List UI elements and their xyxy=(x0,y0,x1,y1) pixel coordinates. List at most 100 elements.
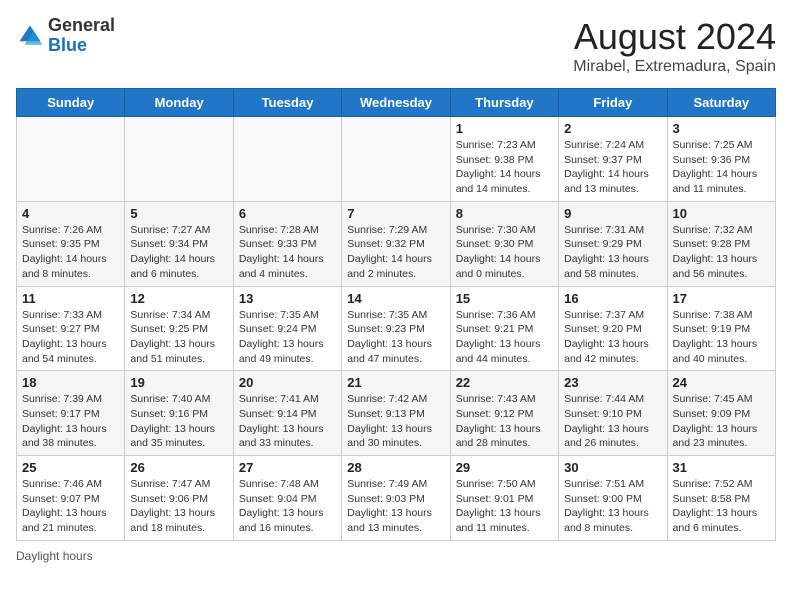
day-info: Sunrise: 7:30 AM Sunset: 9:30 PM Dayligh… xyxy=(456,223,553,282)
day-number: 19 xyxy=(130,375,227,390)
calendar-body: 1 Sunrise: 7:23 AM Sunset: 9:38 PM Daylig… xyxy=(17,117,776,541)
calendar-week-row: 11 Sunrise: 7:33 AM Sunset: 9:27 PM Dayli… xyxy=(17,286,776,371)
day-number: 18 xyxy=(22,375,119,390)
day-number: 4 xyxy=(22,206,119,221)
calendar-cell: 15 Sunrise: 7:36 AM Sunset: 9:21 PM Dayli… xyxy=(450,286,558,371)
day-info: Sunrise: 7:42 AM Sunset: 9:13 PM Dayligh… xyxy=(347,392,444,451)
day-info: Sunrise: 7:29 AM Sunset: 9:32 PM Dayligh… xyxy=(347,223,444,282)
day-info: Sunrise: 7:43 AM Sunset: 9:12 PM Dayligh… xyxy=(456,392,553,451)
day-number: 10 xyxy=(673,206,770,221)
calendar-cell: 19Sunrise: 7:40 AM Sunset: 9:16 PM Dayli… xyxy=(125,371,233,456)
day-number: 16 xyxy=(564,291,661,306)
calendar-cell: 11 Sunrise: 7:33 AM Sunset: 9:27 PM Dayli… xyxy=(17,286,125,371)
day-number: 29 xyxy=(456,460,553,475)
title-block: August 2024 Mirabel, Extremadura, Spain xyxy=(573,16,776,76)
day-of-week-header: Friday xyxy=(559,89,667,117)
footer: Daylight hours xyxy=(16,549,776,563)
day-number: 3 xyxy=(673,121,770,136)
day-info: Sunrise: 7:36 AM Sunset: 9:21 PM Dayligh… xyxy=(456,308,553,367)
day-info: Sunrise: 7:37 AM Sunset: 9:20 PM Dayligh… xyxy=(564,308,661,367)
day-info: Sunrise: 7:50 AM Sunset: 9:01 PM Dayligh… xyxy=(456,477,553,536)
day-info: Sunrise: 7:27 AM Sunset: 9:34 PM Dayligh… xyxy=(130,223,227,282)
day-info: Sunrise: 7:23 AM Sunset: 9:38 PM Dayligh… xyxy=(456,138,553,197)
day-number: 25 xyxy=(22,460,119,475)
day-number: 11 xyxy=(22,291,119,306)
calendar-week-row: 1 Sunrise: 7:23 AM Sunset: 9:38 PM Daylig… xyxy=(17,117,776,202)
day-info: Sunrise: 7:34 AM Sunset: 9:25 PM Dayligh… xyxy=(130,308,227,367)
day-number: 22 xyxy=(456,375,553,390)
logo-icon xyxy=(16,22,44,50)
day-info: Sunrise: 7:26 AM Sunset: 9:35 PM Dayligh… xyxy=(22,223,119,282)
day-number: 14 xyxy=(347,291,444,306)
calendar-cell: 31Sunrise: 7:52 AM Sunset: 8:58 PM Dayli… xyxy=(667,456,775,541)
location: Mirabel, Extremadura, Spain xyxy=(573,58,776,76)
day-info: Sunrise: 7:24 AM Sunset: 9:37 PM Dayligh… xyxy=(564,138,661,197)
day-number: 21 xyxy=(347,375,444,390)
calendar-header: SundayMondayTuesdayWednesdayThursdayFrid… xyxy=(17,89,776,117)
day-of-week-header: Thursday xyxy=(450,89,558,117)
page-header: General Blue August 2024 Mirabel, Extrem… xyxy=(16,16,776,76)
calendar-cell: 4 Sunrise: 7:26 AM Sunset: 9:35 PM Daylig… xyxy=(17,201,125,286)
day-number: 28 xyxy=(347,460,444,475)
calendar-cell: 6Sunrise: 7:28 AM Sunset: 9:33 PM Daylig… xyxy=(233,201,341,286)
day-info: Sunrise: 7:44 AM Sunset: 9:10 PM Dayligh… xyxy=(564,392,661,451)
logo-text: General Blue xyxy=(48,16,115,56)
day-info: Sunrise: 7:48 AM Sunset: 9:04 PM Dayligh… xyxy=(239,477,336,536)
day-of-week-header: Wednesday xyxy=(342,89,450,117)
daylight-label: Daylight hours xyxy=(16,549,93,563)
calendar-cell: 20 Sunrise: 7:41 AM Sunset: 9:14 PM Dayli… xyxy=(233,371,341,456)
calendar-table: SundayMondayTuesdayWednesdayThursdayFrid… xyxy=(16,88,776,541)
month-year: August 2024 xyxy=(573,16,776,58)
calendar-cell: 26Sunrise: 7:47 AM Sunset: 9:06 PM Dayli… xyxy=(125,456,233,541)
day-number: 1 xyxy=(456,121,553,136)
calendar-cell: 2Sunrise: 7:24 AM Sunset: 9:37 PM Daylig… xyxy=(559,117,667,202)
logo-blue: Blue xyxy=(48,35,87,55)
day-of-week-header: Saturday xyxy=(667,89,775,117)
day-of-week-header: Tuesday xyxy=(233,89,341,117)
day-number: 17 xyxy=(673,291,770,306)
day-number: 5 xyxy=(130,206,227,221)
calendar-cell xyxy=(342,117,450,202)
calendar-cell: 28 Sunrise: 7:49 AM Sunset: 9:03 PM Dayli… xyxy=(342,456,450,541)
day-number: 8 xyxy=(456,206,553,221)
calendar-cell xyxy=(17,117,125,202)
calendar-cell: 21 Sunrise: 7:42 AM Sunset: 9:13 PM Dayli… xyxy=(342,371,450,456)
logo: General Blue xyxy=(16,16,115,56)
calendar-cell: 27Sunrise: 7:48 AM Sunset: 9:04 PM Dayli… xyxy=(233,456,341,541)
calendar-cell: 22 Sunrise: 7:43 AM Sunset: 9:12 PM Dayli… xyxy=(450,371,558,456)
day-info: Sunrise: 7:41 AM Sunset: 9:14 PM Dayligh… xyxy=(239,392,336,451)
calendar-cell: 1 Sunrise: 7:23 AM Sunset: 9:38 PM Daylig… xyxy=(450,117,558,202)
day-number: 24 xyxy=(673,375,770,390)
calendar-cell: 29 Sunrise: 7:50 AM Sunset: 9:01 PM Dayli… xyxy=(450,456,558,541)
day-number: 13 xyxy=(239,291,336,306)
calendar-cell: 18 Sunrise: 7:39 AM Sunset: 9:17 PM Dayli… xyxy=(17,371,125,456)
day-info: Sunrise: 7:31 AM Sunset: 9:29 PM Dayligh… xyxy=(564,223,661,282)
calendar-cell: 14Sunrise: 7:35 AM Sunset: 9:23 PM Dayli… xyxy=(342,286,450,371)
calendar-cell xyxy=(125,117,233,202)
day-info: Sunrise: 7:47 AM Sunset: 9:06 PM Dayligh… xyxy=(130,477,227,536)
day-of-week-header: Sunday xyxy=(17,89,125,117)
day-info: Sunrise: 7:33 AM Sunset: 9:27 PM Dayligh… xyxy=(22,308,119,367)
days-of-week-row: SundayMondayTuesdayWednesdayThursdayFrid… xyxy=(17,89,776,117)
calendar-cell: 12 Sunrise: 7:34 AM Sunset: 9:25 PM Dayli… xyxy=(125,286,233,371)
calendar-week-row: 25 Sunrise: 7:46 AM Sunset: 9:07 PM Dayli… xyxy=(17,456,776,541)
day-number: 23 xyxy=(564,375,661,390)
day-info: Sunrise: 7:46 AM Sunset: 9:07 PM Dayligh… xyxy=(22,477,119,536)
day-number: 20 xyxy=(239,375,336,390)
day-info: Sunrise: 7:35 AM Sunset: 9:24 PM Dayligh… xyxy=(239,308,336,367)
calendar-cell: 23 Sunrise: 7:44 AM Sunset: 9:10 PM Dayli… xyxy=(559,371,667,456)
calendar-cell: 8 Sunrise: 7:30 AM Sunset: 9:30 PM Daylig… xyxy=(450,201,558,286)
day-info: Sunrise: 7:49 AM Sunset: 9:03 PM Dayligh… xyxy=(347,477,444,536)
day-info: Sunrise: 7:39 AM Sunset: 9:17 PM Dayligh… xyxy=(22,392,119,451)
calendar-cell: 7 Sunrise: 7:29 AM Sunset: 9:32 PM Daylig… xyxy=(342,201,450,286)
calendar-cell: 30Sunrise: 7:51 AM Sunset: 9:00 PM Dayli… xyxy=(559,456,667,541)
day-number: 15 xyxy=(456,291,553,306)
calendar-cell: 24Sunrise: 7:45 AM Sunset: 9:09 PM Dayli… xyxy=(667,371,775,456)
calendar-cell: 25 Sunrise: 7:46 AM Sunset: 9:07 PM Dayli… xyxy=(17,456,125,541)
day-number: 30 xyxy=(564,460,661,475)
day-number: 31 xyxy=(673,460,770,475)
calendar-week-row: 4 Sunrise: 7:26 AM Sunset: 9:35 PM Daylig… xyxy=(17,201,776,286)
day-number: 12 xyxy=(130,291,227,306)
day-info: Sunrise: 7:32 AM Sunset: 9:28 PM Dayligh… xyxy=(673,223,770,282)
day-number: 7 xyxy=(347,206,444,221)
